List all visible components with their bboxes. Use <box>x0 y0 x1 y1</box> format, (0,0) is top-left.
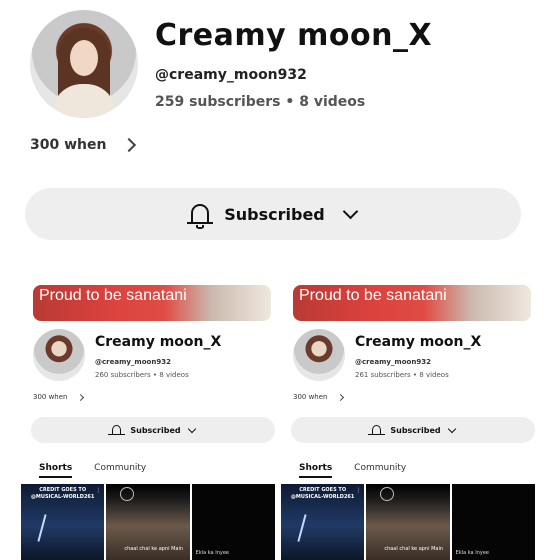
tab-community[interactable]: Community <box>354 463 406 478</box>
channel-link-row[interactable]: 300 when <box>33 393 84 401</box>
subscribed-label: Subscribed <box>130 425 181 435</box>
thumbnail-overlay-text: Ekla ka Inyee <box>195 550 229 556</box>
thumbnail-overlay-text: Ekla ka Inyee <box>455 550 489 556</box>
chevron-down-icon <box>187 424 196 433</box>
tab-shorts[interactable]: Shorts <box>299 463 333 478</box>
channel-banner: Proud to be sanatani <box>33 285 271 321</box>
channel-stats: 261 subscribers • 8 videos <box>355 371 449 379</box>
chevron-right-icon <box>122 137 137 153</box>
short-thumbnail[interactable]: CREDIT GOES TO @MUSICAL-WORLD261 ⋮ <box>281 484 365 560</box>
short-thumbnail[interactable]: chaal chal ke apni Main <box>106 484 190 560</box>
channel-name: Creamy moon_X <box>155 18 433 53</box>
thumbnail-caption: CREDIT GOES TO @MUSICAL-WORLD261 <box>30 487 95 500</box>
channel-handle: @creamy_moon932 <box>95 358 171 366</box>
channel-link-row[interactable]: 300 when <box>30 137 137 153</box>
short-thumbnail[interactable]: Ekla ka Inyee <box>451 484 535 560</box>
channel-link-text: 300 when <box>33 393 68 401</box>
channel-link-text: 300 when <box>293 393 328 401</box>
subscribed-label: Subscribed <box>390 425 441 435</box>
channel-avatar[interactable] <box>30 10 138 118</box>
more-options-icon[interactable]: ⋮ <box>95 487 101 494</box>
short-thumbnail[interactable]: CREDIT GOES TO @MUSICAL-WORLD261 ⋮ <box>21 484 105 560</box>
bell-icon <box>368 424 386 437</box>
channel-link-row[interactable]: 300 when <box>293 393 344 401</box>
channel-banner: Proud to be sanatani <box>293 285 531 321</box>
banner-text: Proud to be sanatani <box>39 287 187 304</box>
channel-name: Creamy moon_X <box>95 334 222 350</box>
subscribed-button[interactable]: Subscribed <box>31 417 275 443</box>
channel-avatar[interactable] <box>33 329 85 381</box>
chevron-down-icon <box>342 203 359 219</box>
thumbnail-caption: CREDIT GOES TO @MUSICAL-WORLD261 <box>290 487 355 500</box>
chevron-right-icon <box>76 393 84 401</box>
channel-tabs: Shorts Community <box>299 463 406 478</box>
shorts-grid: CREDIT GOES TO @MUSICAL-WORLD261 ⋮ chaal… <box>281 484 535 560</box>
thumbnail-overlay-text: chaal chal ke apni Main <box>124 546 184 552</box>
channel-handle: @creamy_moon932 <box>155 67 307 83</box>
chevron-down-icon <box>447 424 456 433</box>
more-options-icon[interactable]: ⋮ <box>355 487 361 494</box>
shorts-grid: CREDIT GOES TO @MUSICAL-WORLD261 ⋮ chaal… <box>21 484 275 560</box>
avatar-face <box>70 40 98 76</box>
short-thumbnail[interactable]: Ekla ka Inyee <box>191 484 275 560</box>
lightning-graphic <box>297 514 307 542</box>
channel-stats: 260 subscribers • 8 videos <box>95 371 189 379</box>
short-thumbnail[interactable]: chaal chal ke apni Main <box>366 484 450 560</box>
thumbnail-overlay-text: chaal chal ke apni Main <box>384 546 444 552</box>
subscribed-label: Subscribed <box>224 204 325 224</box>
channel-preview-right: Proud to be sanatani Creamy moon_X @crea… <box>281 283 535 560</box>
channel-name: Creamy moon_X <box>355 334 482 350</box>
bell-icon <box>108 424 126 437</box>
channel-preview-left: Proud to be sanatani Creamy moon_X @crea… <box>21 283 275 560</box>
watermark-logo <box>380 487 395 501</box>
channel-avatar[interactable] <box>293 329 345 381</box>
subscribed-button[interactable]: Subscribed <box>25 188 521 240</box>
tab-community[interactable]: Community <box>94 463 146 478</box>
channel-stats: 259 subscribers • 8 videos <box>155 94 366 110</box>
channel-handle: @creamy_moon932 <box>355 358 431 366</box>
banner-text: Proud to be sanatani <box>299 287 447 304</box>
channel-link-text: 300 when <box>30 137 107 153</box>
lightning-graphic <box>37 514 47 542</box>
bell-icon <box>187 202 214 229</box>
chevron-right-icon <box>336 393 344 401</box>
tab-shorts[interactable]: Shorts <box>39 463 73 478</box>
watermark-logo <box>120 487 135 501</box>
subscribed-button[interactable]: Subscribed <box>291 417 535 443</box>
channel-tabs: Shorts Community <box>39 463 146 478</box>
